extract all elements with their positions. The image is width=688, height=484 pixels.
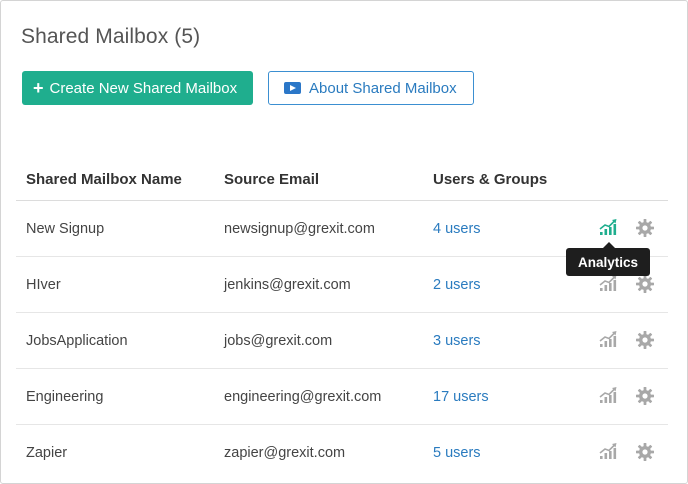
create-shared-mailbox-label: Create New Shared Mailbox bbox=[49, 79, 238, 97]
gear-icon[interactable] bbox=[635, 442, 655, 462]
mailbox-name: New Signup bbox=[26, 221, 105, 237]
table-body: New Signup newsignup@grexit.com 4 users HIv… bbox=[16, 201, 668, 481]
users-groups-link[interactable]: 17 users bbox=[433, 389, 489, 405]
mailbox-name: Zapier bbox=[26, 445, 68, 461]
gear-icon[interactable] bbox=[635, 386, 655, 406]
users-groups-link[interactable]: 3 users bbox=[433, 333, 481, 349]
page-title: Shared Mailbox (5) bbox=[21, 25, 201, 48]
column-header-users-groups: Users & Groups bbox=[433, 171, 548, 188]
mailbox-name: Engineering bbox=[26, 389, 104, 405]
column-header-source-email: Source Email bbox=[224, 171, 320, 188]
users-groups-link[interactable]: 5 users bbox=[433, 445, 481, 461]
table-row: Engineering engineering@grexit.com 17 user… bbox=[16, 369, 668, 425]
analytics-icon[interactable] bbox=[599, 330, 617, 348]
gear-icon[interactable] bbox=[635, 218, 655, 238]
mailbox-name: JobsApplication bbox=[26, 333, 128, 349]
plus-icon: + bbox=[33, 78, 44, 98]
create-shared-mailbox-button[interactable]: + Create New Shared Mailbox bbox=[22, 71, 253, 105]
source-email: newsignup@grexit.com bbox=[224, 221, 375, 237]
gear-icon[interactable] bbox=[635, 330, 655, 350]
source-email: jobs@grexit.com bbox=[224, 333, 333, 349]
table-row: Zapier zapier@grexit.com 5 users bbox=[16, 425, 668, 481]
analytics-icon[interactable] bbox=[599, 386, 617, 404]
gear-icon[interactable] bbox=[635, 274, 655, 294]
table-header: Shared Mailbox Name Source Email Users &… bbox=[16, 153, 668, 201]
mailbox-name: HIver bbox=[26, 277, 61, 293]
analytics-tooltip: Analytics bbox=[566, 242, 650, 276]
video-play-icon bbox=[284, 82, 301, 94]
users-groups-link[interactable]: 2 users bbox=[433, 277, 481, 293]
shared-mailbox-panel: Shared Mailbox (5) + Create New Shared M… bbox=[0, 0, 688, 484]
source-email: jenkins@grexit.com bbox=[224, 277, 351, 293]
analytics-icon[interactable] bbox=[599, 218, 617, 236]
source-email: zapier@grexit.com bbox=[224, 445, 346, 461]
about-shared-mailbox-label: About Shared Mailbox bbox=[309, 79, 457, 97]
analytics-icon[interactable] bbox=[599, 442, 617, 460]
about-shared-mailbox-button[interactable]: About Shared Mailbox bbox=[268, 71, 474, 105]
analytics-icon[interactable] bbox=[599, 274, 617, 292]
column-header-name: Shared Mailbox Name bbox=[26, 171, 182, 188]
table-row: JobsApplication jobs@grexit.com 3 users bbox=[16, 313, 668, 369]
shared-mailbox-table: Shared Mailbox Name Source Email Users &… bbox=[16, 153, 668, 481]
source-email: engineering@grexit.com bbox=[224, 389, 382, 405]
users-groups-link[interactable]: 4 users bbox=[433, 221, 481, 237]
